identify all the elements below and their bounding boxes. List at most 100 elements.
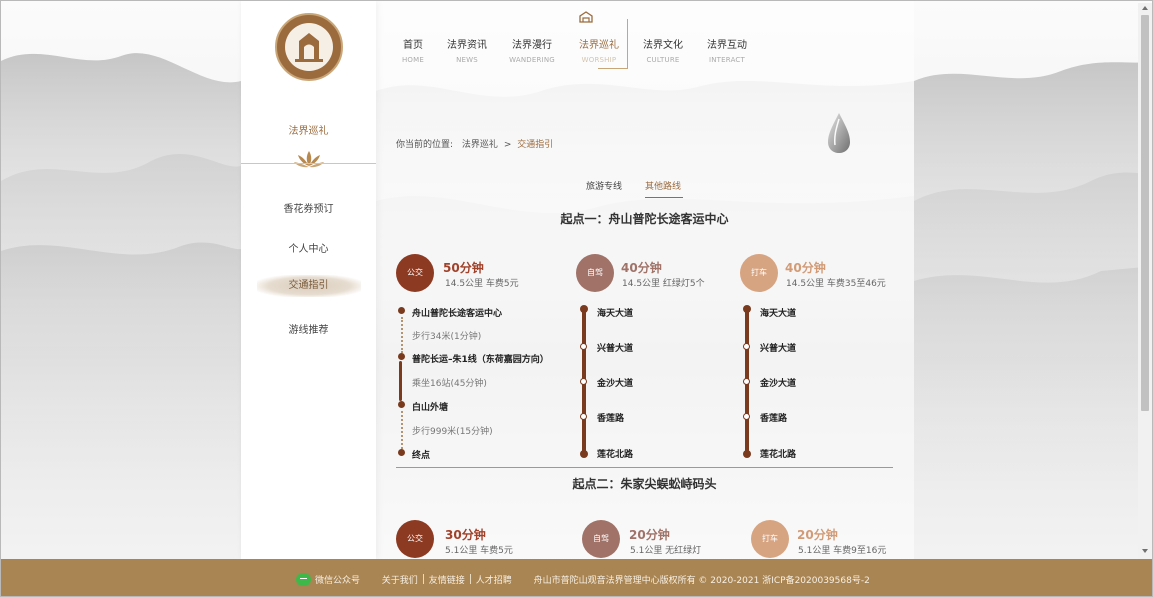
walk-dotted-line (401, 317, 403, 353)
route-time: 40分钟 (621, 261, 662, 275)
nav-news[interactable]: 法界资讯 NEWS (435, 36, 499, 64)
step-dot (398, 401, 405, 408)
scroll-up-arrow[interactable] (1142, 6, 1148, 10)
sidebar-item-label: 游线推荐 (288, 325, 329, 336)
route-node (743, 343, 750, 350)
bus-stop: 终点 (412, 451, 431, 461)
walk-step: 步行34米(1分钟) (412, 332, 482, 342)
nav-label-en: NEWS (456, 56, 478, 64)
section-title-start-2: 起点二：朱家尖蜈蚣峙码头 (572, 477, 717, 491)
scroll-down-arrow[interactable] (1142, 549, 1148, 553)
footer-content: 微信公众号 关于我们 友情链接 人才招聘 舟山市普陀山观音法界管理中心版权所有 © … (296, 573, 870, 586)
route-node (580, 413, 587, 420)
wechat-link[interactable]: 微信公众号 (296, 573, 361, 586)
nav-label: 法界巡礼 (579, 40, 619, 51)
sidebar-item-flower-ticket[interactable]: 香花券预订 (241, 200, 376, 215)
taxi-badge[interactable]: 打车 (751, 520, 789, 558)
footer-link-friends[interactable]: 友情链接 (429, 576, 465, 586)
footer-link-jobs[interactable]: 人才招聘 (476, 576, 512, 586)
route-start-dot (743, 305, 751, 313)
tab-active-underline (645, 197, 683, 198)
nav-culture[interactable]: 法界文化 CULTURE (631, 36, 695, 64)
bus-badge[interactable]: 公交 (396, 254, 434, 292)
self-drive-badge[interactable]: 自驾 (576, 254, 614, 292)
bus-stop: 白山外塘 (412, 403, 449, 413)
nav-label: 法界互动 (707, 40, 747, 51)
route-node (743, 378, 750, 385)
nav-label-en: WORSHIP (581, 56, 617, 64)
section-separator (396, 467, 893, 468)
route-meta: 5.1公里 车费9至16元 (798, 546, 887, 556)
sidebar-item-label: 交通指引 (256, 275, 361, 297)
logo-emblem[interactable] (275, 13, 343, 81)
route-meta: 5.1公里 无红绿灯 (630, 546, 702, 556)
bus-badge[interactable]: 公交 (396, 520, 434, 558)
taxi-stop: 海天大道 (760, 309, 797, 319)
route-time: 40分钟 (785, 261, 826, 275)
step-dot (398, 353, 405, 360)
drive-stop: 海天大道 (597, 309, 634, 319)
footer-copyright: 舟山市普陀山观音法界管理中心版权所有 © 2020-2021 浙ICP备2020… (533, 576, 870, 586)
route-time: 20分钟 (797, 528, 838, 542)
breadcrumb-current: 交通指引 (517, 140, 554, 150)
sidebar-item-label: 香花券预订 (283, 204, 334, 215)
self-drive-badge[interactable]: 自驾 (582, 520, 620, 558)
nav-label-en: WANDERING (509, 56, 555, 64)
sidebar-title: 法界巡礼 (288, 126, 329, 137)
drive-stop: 兴普大道 (597, 344, 634, 354)
footer-divider (422, 574, 424, 584)
route-meta: 5.1公里 车费5元 (445, 546, 513, 556)
wechat-icon (296, 573, 311, 586)
tab-tour-line[interactable]: 旅游专线 (586, 179, 622, 192)
taxi-badge[interactable]: 打车 (740, 254, 778, 292)
ride-line (399, 361, 402, 401)
walk-dotted-line (401, 411, 403, 449)
nav-label-en: INTERACT (708, 56, 745, 64)
sidebar-item-tour-route[interactable]: 游线推荐 (241, 321, 376, 336)
route-meta: 14.5公里 车费5元 (445, 279, 519, 289)
drive-stop: 金沙大道 (597, 379, 634, 389)
breadcrumb: 你当前的位置: 法界巡礼 > 交通指引 (396, 137, 553, 150)
route-node (580, 343, 587, 350)
wechat-label: 微信公众号 (315, 576, 361, 586)
lotus-icon (294, 151, 324, 168)
gate-emblem-icon (295, 33, 323, 62)
tab-other-routes[interactable]: 其他路线 (645, 179, 681, 192)
taxi-stop: 香莲路 (760, 414, 788, 424)
sidebar-item-traffic-guide[interactable]: 交通指引 (241, 275, 376, 297)
step-dot (398, 449, 405, 456)
bus-stop: 普陀长运–朱1线（东荷嘉园方向） (412, 355, 549, 365)
route-time: 20分钟 (629, 528, 670, 542)
route-time: 50分钟 (443, 261, 484, 275)
taxi-stop: 金沙大道 (760, 379, 797, 389)
nav-worship[interactable]: 法界巡礼 WORSHIP (567, 36, 631, 64)
nav-label: 法界漫行 (512, 40, 552, 51)
route-node (743, 413, 750, 420)
scroll-thumb[interactable] (1141, 15, 1149, 411)
drive-stop: 香莲路 (597, 414, 625, 424)
breadcrumb-parent[interactable]: 法界巡礼 (462, 140, 498, 150)
nav-label: 法界文化 (643, 40, 683, 51)
route-time: 30分钟 (445, 528, 486, 542)
vertical-scrollbar[interactable] (1138, 3, 1152, 559)
nav-label: 法界资讯 (447, 40, 487, 51)
drive-stop: 莲花北路 (597, 450, 634, 460)
sidebar-divider (241, 163, 376, 164)
section-title-start-1: 起点一：舟山普陀长途客运中心 (560, 212, 729, 226)
gate-icon (579, 11, 593, 23)
footer-divider (469, 574, 471, 584)
ride-step: 乘坐16站(45分钟) (412, 379, 487, 389)
taxi-stop: 兴普大道 (760, 344, 797, 354)
route-end-dot (743, 450, 751, 458)
route-meta: 14.5公里 车费35至46元 (786, 279, 886, 289)
browser-viewport: 法界巡礼 香花券预订 个人中心 交通指引 游线推荐 首页 HOME 法界资讯 N… (0, 0, 1153, 597)
nav-interact[interactable]: 法界互动 INTERACT (695, 36, 759, 64)
breadcrumb-separator: > (503, 140, 512, 150)
sidebar-item-personal-center[interactable]: 个人中心 (241, 240, 376, 255)
step-dot (398, 307, 405, 314)
nav-wandering[interactable]: 法界漫行 WANDERING (500, 36, 564, 64)
breadcrumb-prefix: 你当前的位置: (396, 140, 454, 150)
footer-link-about[interactable]: 关于我们 (382, 576, 418, 586)
route-node (580, 378, 587, 385)
water-drop-icon (828, 113, 850, 153)
